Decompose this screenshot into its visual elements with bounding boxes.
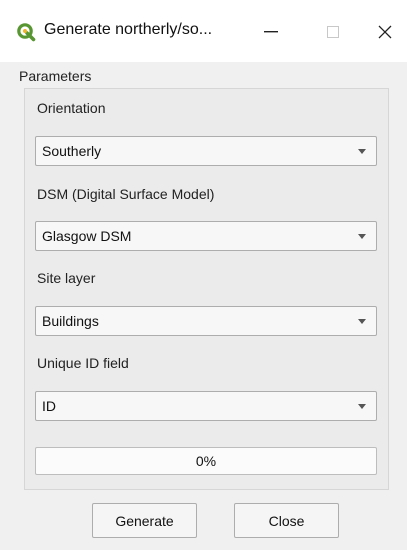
minimize-icon bbox=[264, 31, 278, 33]
close-button[interactable]: Close bbox=[234, 503, 339, 538]
dsm-label: DSM (Digital Surface Model) bbox=[37, 186, 215, 202]
progress-text: 0% bbox=[195, 453, 217, 469]
generate-button[interactable]: Generate bbox=[92, 503, 197, 538]
title-bar[interactable]: Generate northerly/so... bbox=[0, 0, 407, 62]
qgis-logo-icon bbox=[16, 22, 36, 42]
chevron-down-icon bbox=[358, 234, 366, 239]
close-icon bbox=[378, 25, 392, 39]
maximize-button[interactable] bbox=[310, 14, 356, 50]
site-layer-label: Site layer bbox=[37, 270, 96, 286]
unique-id-value: ID bbox=[42, 398, 56, 414]
minimize-button[interactable] bbox=[248, 14, 294, 50]
orientation-label: Orientation bbox=[37, 100, 106, 116]
orientation-select[interactable]: Southerly bbox=[35, 136, 377, 166]
unique-id-label: Unique ID field bbox=[37, 355, 129, 371]
site-layer-value: Buildings bbox=[42, 313, 99, 329]
chevron-down-icon bbox=[358, 319, 366, 324]
close-window-button[interactable] bbox=[362, 14, 407, 50]
site-layer-select[interactable]: Buildings bbox=[35, 306, 377, 336]
chevron-down-icon bbox=[358, 149, 366, 154]
progress-bar: 0% bbox=[35, 447, 377, 475]
maximize-icon bbox=[327, 26, 339, 38]
parameters-label: Parameters bbox=[19, 68, 92, 84]
unique-id-select[interactable]: ID bbox=[35, 391, 377, 421]
window-title: Generate northerly/so... bbox=[44, 21, 213, 38]
dsm-value: Glasgow DSM bbox=[42, 228, 132, 244]
orientation-value: Southerly bbox=[42, 143, 102, 159]
dsm-select[interactable]: Glasgow DSM bbox=[35, 221, 377, 251]
chevron-down-icon bbox=[358, 404, 366, 409]
